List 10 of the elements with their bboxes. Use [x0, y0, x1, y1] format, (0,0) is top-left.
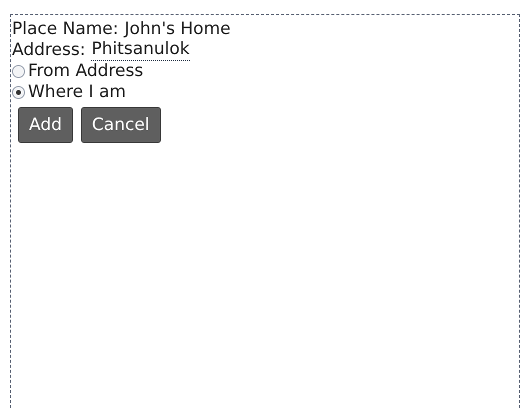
radio-button[interactable] — [12, 86, 25, 99]
radio-label: From Address — [28, 61, 144, 82]
action-button[interactable]: Cancel — [80, 107, 161, 143]
field-value: John's Home — [124, 19, 231, 40]
field-label: Address: — [12, 40, 86, 61]
radio-label: Where I am — [28, 82, 126, 103]
action-button[interactable]: Add — [18, 107, 73, 143]
field-label: Place Name: — [12, 19, 118, 40]
radio-button[interactable] — [12, 65, 25, 78]
address-field[interactable]: Phitsanulok — [91, 40, 190, 61]
